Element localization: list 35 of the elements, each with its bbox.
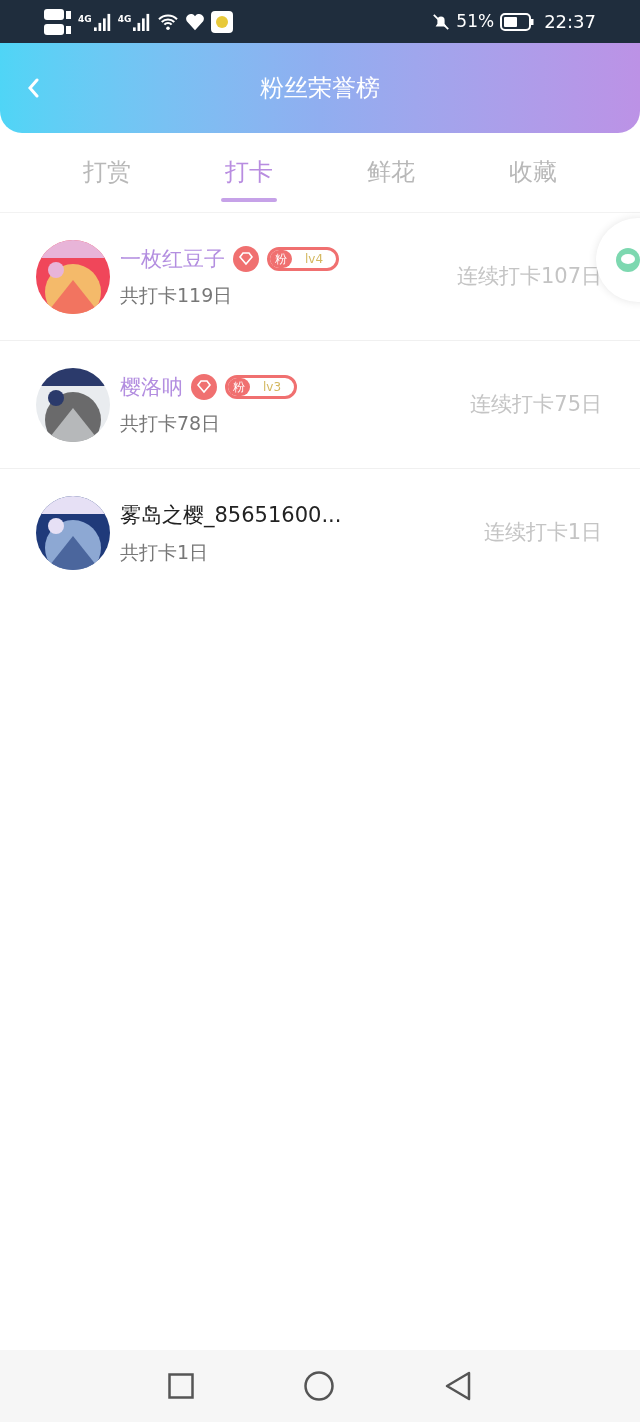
total-checkins: 共打卡119日: [120, 283, 234, 308]
heart-icon: [185, 12, 206, 31]
user-name: 樱洛呐: [120, 373, 183, 401]
app-icon: [211, 10, 234, 33]
tab[interactable]: 鲜花: [320, 143, 462, 202]
page-title: 粉丝荣誉榜: [260, 73, 380, 104]
tab[interactable]: 打卡: [178, 143, 320, 202]
battery-icon: [500, 12, 535, 31]
muted-bell-icon: [432, 12, 451, 31]
tab[interactable]: 收藏: [462, 143, 604, 202]
streak-count: 连续打卡75日: [470, 390, 602, 418]
hd-icon: [44, 6, 72, 37]
total-checkins: 共打卡78日: [120, 411, 222, 436]
network-label: 4G: [117, 12, 132, 26]
level-label: lv4: [304, 251, 324, 269]
square-icon[interactable]: [168, 1373, 194, 1399]
tab[interactable]: 打赏: [36, 143, 178, 202]
wifi-icon: [157, 12, 180, 31]
fan-label: 粉: [270, 250, 292, 269]
total-checkins: 共打卡1日: [120, 539, 210, 565]
streak-count: 连续打卡1日: [483, 519, 602, 547]
user-name: 雾岛之樱_85651600...: [120, 502, 342, 530]
network-label: 4G: [78, 12, 92, 26]
circle-icon[interactable]: [304, 1371, 334, 1401]
signal-icon: [93, 12, 112, 31]
chat-icon: [616, 248, 640, 272]
battery-percent: 51%: [456, 9, 495, 33]
clock: 22:37: [544, 10, 596, 34]
user-name: 一枚红豆子: [120, 245, 225, 273]
chevron-left-icon: [27, 78, 39, 98]
back-triangle-icon[interactable]: [444, 1371, 472, 1401]
level-label: lv3: [262, 379, 282, 397]
streak-count: 连续打卡107日: [456, 262, 602, 290]
signal-icon: [133, 12, 152, 31]
fan-label: 粉: [228, 378, 250, 397]
